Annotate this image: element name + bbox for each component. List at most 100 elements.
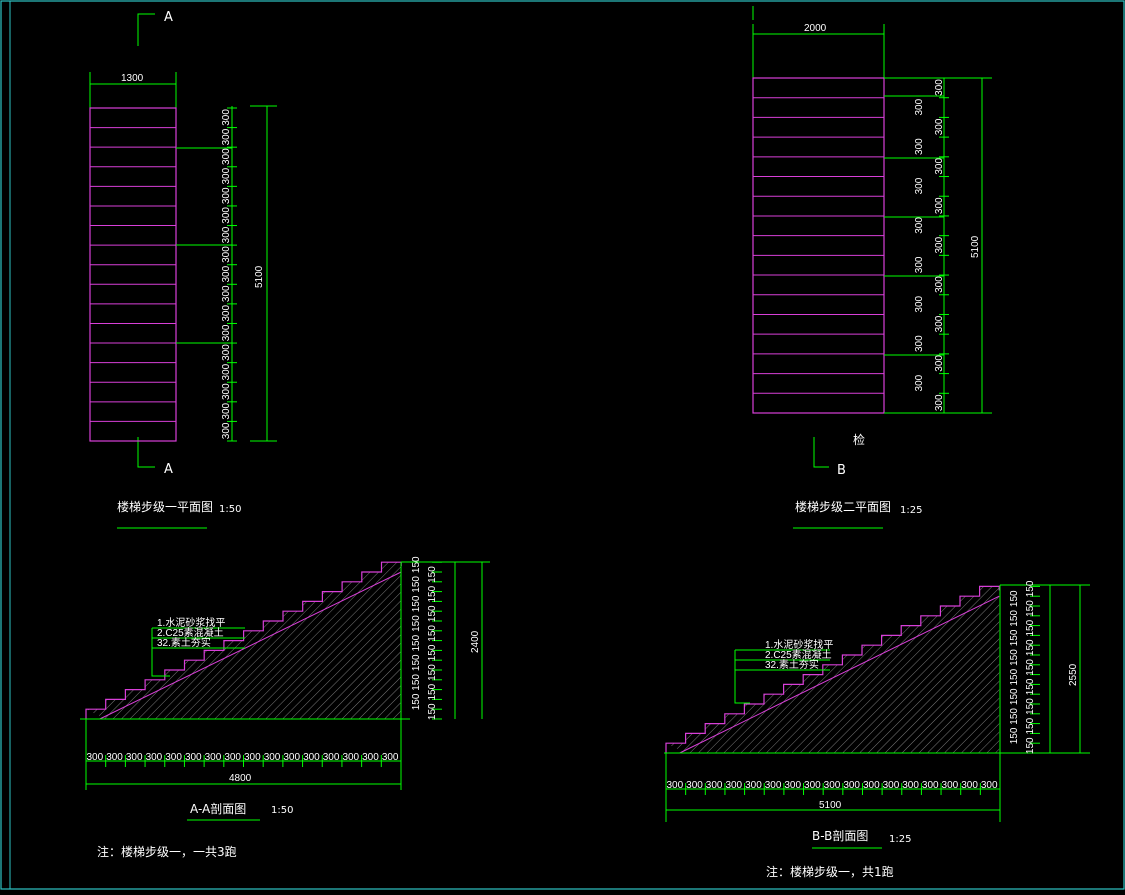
- secA-riser-label: 150: [427, 605, 438, 622]
- secA-riser-label: 150: [411, 634, 422, 651]
- plan2-tread-labels: 300 300 300 300 300 300 300 300 300 300 300 300 300 3…: [914, 79, 945, 411]
- section-b-tread-labels: 300 300 300 300 300 300 300 300 300 300 300 300 300 3…: [667, 780, 998, 791]
- secA-riser-label: 150: [411, 693, 422, 710]
- secA-tread-label: 300: [362, 752, 379, 763]
- secA-tread-label: 300: [283, 752, 300, 763]
- secA-riser-label: 150: [411, 674, 422, 691]
- secA-riser-label: 150: [411, 576, 422, 593]
- plan1-stair-outline: [89, 107, 177, 442]
- secA-tread-label: 300: [244, 752, 261, 763]
- secA-riser-label: 150: [427, 566, 438, 583]
- secB-riser-label: 150: [1009, 590, 1020, 607]
- secB-riser-label: 150: [1025, 698, 1036, 715]
- plan1-tread-label: 300: [221, 187, 232, 204]
- plan2-tread-label: 300: [934, 355, 945, 372]
- plan2-tread-label: 300: [934, 197, 945, 214]
- plan1-tread-label: 300: [221, 128, 232, 145]
- secB-riser-label: 150: [1025, 659, 1036, 676]
- secA-tread-label: 300: [342, 752, 359, 763]
- plan2-note: 检: [853, 432, 865, 447]
- secB-riser-label: 150: [1025, 619, 1036, 636]
- plan2-tread-label-inner: 300: [914, 138, 925, 155]
- section-b-layer-3: 32.素土夯实: [765, 658, 819, 671]
- section-a-riser-labels: 150 150 150 150 150 150 150 150 150 150 150 150 150 1…: [411, 556, 438, 720]
- plan2-tread-label: 300: [934, 276, 945, 293]
- plan1-tread-label: 300: [221, 422, 232, 439]
- section-a-note: 注：楼梯步级一，一共3跑: [97, 844, 237, 859]
- secA-tread-label: 300: [185, 752, 202, 763]
- section-b-riser-labels: 150 150 150 150 150 150 150 150 150 150 150 150 150 1…: [1009, 580, 1036, 754]
- plan1-section-mark-top-label: A: [164, 10, 173, 25]
- plan1-tread-label: 300: [221, 167, 232, 184]
- plan1-title: 楼梯步级一平面图: [117, 499, 213, 514]
- plan2-tread-label-inner: 300: [914, 177, 925, 194]
- plan1-width-dim: 1300: [121, 73, 144, 84]
- secB-riser-label: 150: [1009, 649, 1020, 666]
- secB-tread-label: 300: [883, 780, 900, 791]
- section-b-concrete-fill: [666, 586, 1000, 753]
- plan2-height-dim: 5100: [970, 235, 981, 258]
- plan1-tread-label: 300: [221, 148, 232, 165]
- plan1-treads: [90, 127, 176, 422]
- plan2-tread-label-inner: 300: [914, 335, 925, 352]
- plan2-tread-label: 300: [934, 315, 945, 332]
- plan2-title: 楼梯步级二平面图: [795, 499, 891, 514]
- secB-tread-label: 300: [745, 780, 762, 791]
- plan1-tread-label: 300: [221, 344, 232, 361]
- plan2-tread-label-inner: 300: [914, 256, 925, 273]
- secA-riser-label: 150: [411, 654, 422, 671]
- plan1-view: A A 1300 300 300 300 300 300 300 300 300 300 300 3…: [89, 10, 277, 529]
- secB-riser-label: 150: [1025, 717, 1036, 734]
- secA-tread-label: 300: [165, 752, 182, 763]
- plan1-tread-label: 300: [221, 285, 232, 302]
- plan1-tread-label: 300: [221, 226, 232, 243]
- secA-tread-label: 300: [146, 752, 163, 763]
- secA-riser-label: 150: [427, 703, 438, 720]
- secA-riser-label: 150: [427, 625, 438, 642]
- secA-tread-label: 300: [224, 752, 241, 763]
- plan2-tread-label-inner: 300: [914, 98, 925, 115]
- secA-tread-label: 300: [264, 752, 281, 763]
- secB-tread-label: 300: [961, 780, 978, 791]
- secB-tread-label: 300: [863, 780, 880, 791]
- secA-riser-label: 150: [427, 644, 438, 661]
- section-a-title: A-A剖面图: [190, 802, 246, 816]
- secB-riser-label: 150: [1009, 708, 1020, 725]
- secB-tread-label: 300: [843, 780, 860, 791]
- section-b-scale: 1:25: [889, 834, 911, 845]
- plan1-section-mark-bottom-label: A: [164, 462, 173, 477]
- plan1-tread-label: 300: [221, 324, 232, 341]
- secB-riser-label: 150: [1009, 629, 1020, 646]
- secB-tread-label: 300: [667, 780, 684, 791]
- secA-riser-label: 150: [411, 556, 422, 573]
- section-a-scale: 1:50: [271, 805, 293, 816]
- plan2-tread-label: 300: [934, 236, 945, 253]
- secA-tread-label: 300: [323, 752, 340, 763]
- plan1-tread-label: 300: [221, 363, 232, 380]
- secB-tread-label: 300: [942, 780, 959, 791]
- section-b-title: B-B剖面图: [812, 829, 868, 843]
- secB-tread-label: 300: [725, 780, 742, 791]
- section-a-length-dim: 4800: [229, 773, 252, 784]
- secB-tread-label: 300: [706, 780, 723, 791]
- secA-riser-label: 150: [427, 683, 438, 700]
- secB-riser-label: 150: [1009, 668, 1020, 685]
- plan1-tread-label: 300: [221, 402, 232, 419]
- secA-tread-label: 300: [106, 752, 123, 763]
- plan1-tread-labels: 300 300 300 300 300 300 300 300 300 300 300 300 300 3…: [221, 109, 232, 440]
- plan2-section-mark: [813, 437, 829, 468]
- secA-tread-label: 300: [205, 752, 222, 763]
- secB-tread-label: 300: [981, 780, 998, 791]
- plan2-stair-outline: [752, 77, 885, 414]
- section-b-height-dim: 2550: [1068, 663, 1079, 686]
- secB-riser-label: 150: [1025, 737, 1036, 754]
- plan2-tread-label-inner: 300: [914, 295, 925, 312]
- plan1-height-dim: 5100: [254, 265, 265, 288]
- plan2-view: 2000 30030030030030030030030030030030030…: [752, 6, 992, 529]
- secB-tread-label: 300: [784, 780, 801, 791]
- secB-riser-label: 150: [1025, 639, 1036, 656]
- secB-tread-label: 300: [902, 780, 919, 791]
- section-b-layer-leader: [734, 650, 750, 704]
- section-b-length-dim: 5100: [819, 800, 842, 811]
- plan2-tread-label: 300: [934, 158, 945, 175]
